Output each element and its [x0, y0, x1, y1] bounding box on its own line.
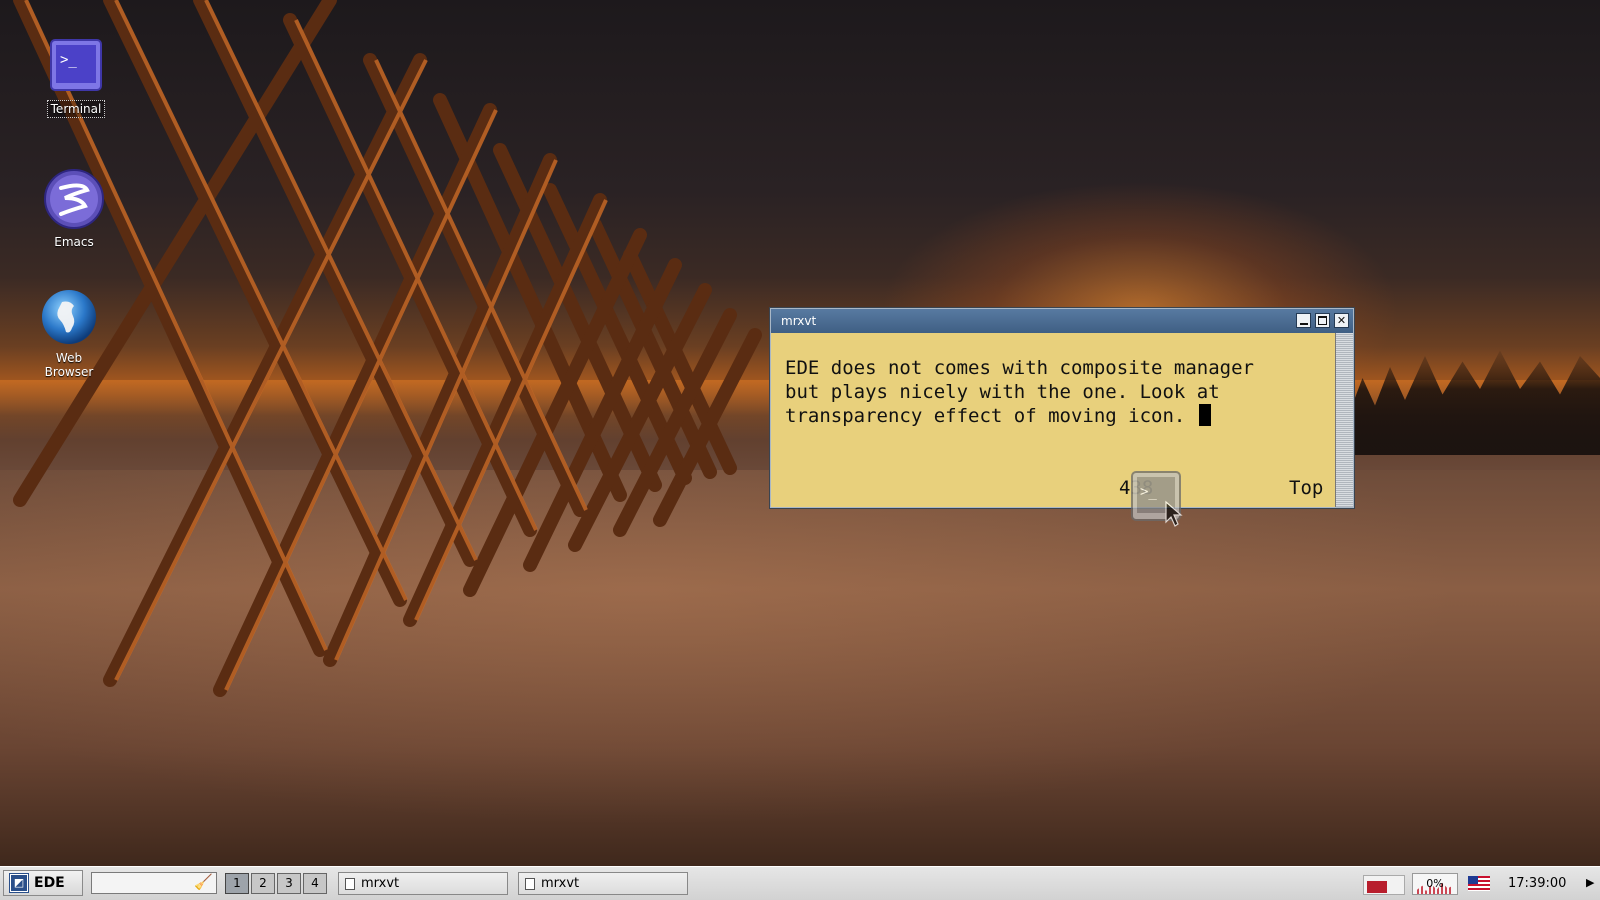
text-cursor [1198, 404, 1211, 426]
terminal-line: but plays nicely with the one. Look at [785, 381, 1220, 403]
window-icon [525, 877, 535, 890]
status-position: Top [1289, 477, 1324, 499]
start-menu-button[interactable]: ◩ EDE [3, 870, 83, 896]
terminal-line: EDE does not comes with composite manage… [785, 357, 1254, 379]
workspace-button-2[interactable]: 2 [251, 873, 275, 894]
desktop-icon-terminal[interactable]: >_ Terminal [26, 38, 126, 118]
svg-text:>_: >_ [1140, 484, 1157, 500]
emacs-icon [44, 169, 104, 229]
desktop-icon-label: Terminal [46, 100, 106, 118]
broom-icon[interactable]: 🧹 [194, 873, 213, 891]
desktop-icon-web-browser[interactable]: Web Browser [19, 288, 119, 380]
workspace-pager: 1 2 3 4 [225, 873, 327, 894]
start-menu-label: EDE [34, 875, 65, 891]
clock[interactable]: 17:39:00 [1508, 876, 1566, 891]
mrxvt-window[interactable]: mrxvt ✕ EDE does not comes with composit… [770, 308, 1354, 508]
workspace-button-4[interactable]: 4 [303, 873, 327, 894]
task-label: mrxvt [361, 876, 400, 891]
cpu-percent: 0% [1426, 877, 1444, 890]
terminal-line-text: transparency effect of moving icon. [785, 405, 1197, 427]
terminal-area[interactable]: EDE does not comes with composite manage… [771, 333, 1333, 507]
cpu-monitor[interactable]: 0% [1412, 873, 1458, 895]
desktop-icon-label: Emacs [54, 235, 94, 249]
window-title: mrxvt [781, 314, 817, 328]
minimize-button[interactable] [1296, 313, 1311, 328]
terminal-icon: >_ [50, 39, 102, 91]
desktop-icon-label: Web Browser [44, 351, 94, 379]
desktop-icon-emacs[interactable]: Emacs [24, 168, 124, 250]
red-indicator-icon [1367, 881, 1387, 893]
taskbar-task-mrxvt-1[interactable]: mrxvt [338, 872, 508, 895]
scrollbar[interactable] [1335, 333, 1353, 507]
minimize-icon [1299, 322, 1308, 325]
desktop-wallpaper: >_ Terminal Emacs Web Browser mrxvt ✕ ED… [0, 0, 1600, 866]
taskbar-task-mrxvt-2[interactable]: mrxvt [518, 872, 688, 895]
task-label: mrxvt [541, 876, 580, 891]
maximize-button[interactable] [1315, 313, 1330, 328]
window-titlebar[interactable]: mrxvt ✕ [771, 309, 1353, 333]
ede-logo-icon: ◩ [10, 874, 28, 892]
globe-icon [42, 290, 96, 344]
tray-expand-arrow-icon[interactable]: ▶ [1586, 876, 1594, 889]
maximize-icon [1318, 316, 1327, 325]
dragged-terminal-icon[interactable]: >_ [1130, 470, 1184, 530]
terminal-line: transparency effect of moving icon. [785, 404, 1333, 428]
close-icon: ✕ [1336, 314, 1347, 327]
taskbar: ◩ EDE 🧹 1 2 3 4 mrxvt mrxvt 0% 17:39:00 … [0, 866, 1600, 900]
quick-launch-input[interactable]: 🧹 [91, 872, 217, 894]
us-flag-keyboard-layout-icon[interactable] [1468, 876, 1490, 891]
tray-indicator[interactable] [1363, 875, 1405, 895]
window-icon [345, 877, 355, 890]
status-line-number-visible: 4 [1119, 477, 1131, 499]
svg-text:>_: >_ [60, 52, 77, 68]
close-button[interactable]: ✕ [1334, 313, 1349, 328]
workspace-button-1[interactable]: 1 [225, 873, 249, 894]
workspace-button-3[interactable]: 3 [277, 873, 301, 894]
